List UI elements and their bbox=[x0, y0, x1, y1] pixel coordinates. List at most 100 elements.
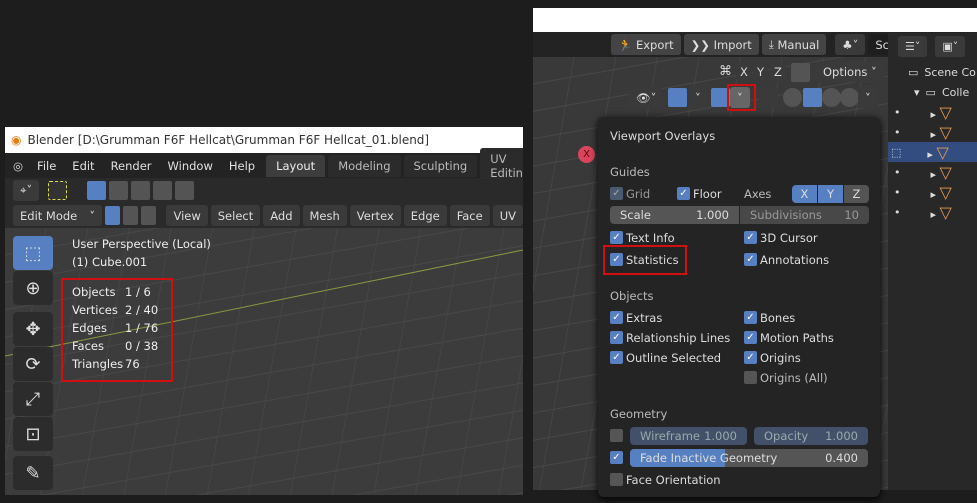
menu-add[interactable]: Add bbox=[263, 205, 300, 226]
stat-faces: Faces 0 / 38 bbox=[72, 339, 159, 353]
scene-selector-icon[interactable]: ♣˅ bbox=[835, 34, 866, 55]
scale-tool[interactable]: ⤢ bbox=[13, 382, 53, 416]
export-button[interactable]: 🏃 Export bbox=[611, 34, 681, 55]
outliner-object[interactable]: • ▸ ▽ bbox=[888, 202, 977, 222]
fade-inactive-slider[interactable]: Fade Inactive Geometry 0.400 bbox=[630, 449, 868, 467]
tab-modeling[interactable]: Modeling bbox=[328, 154, 401, 177]
mirror-y[interactable]: Y bbox=[753, 63, 769, 81]
visibility-dropdown[interactable]: 👁˅ bbox=[629, 87, 664, 108]
outliner-object[interactable]: • ▸ ▽ bbox=[888, 122, 977, 142]
text-info-checkbox[interactable]: ✓ bbox=[610, 231, 623, 244]
origins-all-label: Origins (All) bbox=[760, 371, 828, 385]
vertex-select-icon[interactable] bbox=[105, 206, 120, 225]
tab-layout[interactable]: Layout bbox=[266, 154, 326, 177]
outline-selected-checkbox[interactable]: ✓ bbox=[610, 351, 623, 364]
move-tool[interactable]: ✥ bbox=[13, 312, 53, 346]
grid-checkbox[interactable]: ✓ bbox=[610, 187, 623, 200]
mesh-icon: ▽ bbox=[939, 102, 952, 122]
menu-edge[interactable]: Edge bbox=[403, 205, 447, 226]
opacity-field[interactable]: Opacity 1.000 bbox=[754, 427, 868, 445]
menu-view[interactable]: View bbox=[166, 205, 208, 226]
edge-select-icon[interactable] bbox=[123, 206, 138, 225]
origins-all-checkbox[interactable] bbox=[744, 371, 757, 384]
mirror-z[interactable]: Z bbox=[770, 63, 786, 81]
mirror-icon[interactable]: ⌘ bbox=[719, 64, 732, 79]
annotations-checkbox[interactable]: ✓ bbox=[744, 253, 757, 266]
outliner-scene-collection[interactable]: ▭ Scene Co bbox=[888, 62, 977, 82]
menu-face[interactable]: Face bbox=[449, 205, 490, 226]
filter-dropdown[interactable]: ▣˅ bbox=[935, 35, 966, 57]
outliner-object[interactable]: • ▸ ▽ bbox=[888, 102, 977, 122]
tab-sculpting[interactable]: Sculpting bbox=[403, 154, 478, 177]
select-invert-icon[interactable] bbox=[153, 181, 173, 200]
select-box-tool[interactable]: ⬚ bbox=[13, 236, 53, 270]
face-orientation-checkbox[interactable] bbox=[610, 473, 623, 486]
motion-paths-checkbox[interactable]: ✓ bbox=[744, 331, 757, 344]
material-shading-icon[interactable] bbox=[822, 88, 841, 107]
wireframe-field[interactable]: Wireframe 1.000 bbox=[630, 427, 747, 445]
outline-selected-label: Outline Selected bbox=[626, 351, 722, 365]
outliner-header: ☰˅ ▣˅ bbox=[888, 35, 977, 57]
import-button[interactable]: ❯❯ Import bbox=[683, 34, 759, 55]
axis-x-toggle[interactable]: X bbox=[792, 185, 817, 203]
select-intersect-icon[interactable] bbox=[175, 181, 195, 200]
3d-viewport[interactable]: ⬚ ⊕ ✥ ⟳ ⤢ ⊡ ✎ User Perspective (Local) (… bbox=[5, 228, 523, 495]
x-axis-gizmo-icon[interactable]: X bbox=[578, 146, 595, 163]
menu-edit[interactable]: Edit bbox=[64, 159, 102, 173]
blender-menu-icon[interactable]: ◎ bbox=[13, 159, 23, 173]
menu-window[interactable]: Window bbox=[160, 159, 221, 173]
menu-uv[interactable]: UV bbox=[492, 205, 523, 226]
rendered-shading-icon[interactable] bbox=[840, 88, 859, 107]
face-select-icon[interactable] bbox=[140, 206, 156, 225]
gizmo-dropdown[interactable]: ˅ bbox=[688, 87, 708, 108]
bones-checkbox[interactable]: ✓ bbox=[744, 311, 757, 324]
popover-title: Viewport Overlays bbox=[610, 129, 716, 143]
menu-mesh[interactable]: Mesh bbox=[302, 205, 347, 226]
manual-button[interactable]: ⤓ Manual bbox=[761, 34, 827, 55]
menu-select[interactable]: Select bbox=[210, 205, 261, 226]
origins-checkbox[interactable]: ✓ bbox=[744, 351, 757, 364]
transform-tool[interactable]: ⊡ bbox=[13, 417, 53, 451]
cursor-tool[interactable]: ⊕ bbox=[13, 271, 53, 305]
select-extend-icon[interactable] bbox=[109, 181, 129, 200]
xray-toggle-icon[interactable] bbox=[759, 88, 778, 107]
viewport-header: Edit Mode ˅ View Select Add Mesh Vertex E… bbox=[5, 203, 523, 228]
mode-dropdown[interactable]: Edit Mode ˅ bbox=[13, 205, 103, 226]
snap-icon[interactable] bbox=[791, 63, 810, 82]
extras-checkbox[interactable]: ✓ bbox=[610, 311, 623, 324]
axis-z-toggle[interactable]: Z bbox=[844, 185, 869, 203]
relationship-lines-checkbox[interactable]: ✓ bbox=[610, 331, 623, 344]
transform-orientation-dropdown[interactable]: ⌖˅ bbox=[13, 180, 40, 201]
objects-heading: Objects bbox=[610, 289, 654, 303]
outliner-object-selected[interactable]: ⬚ ▸ ▽ bbox=[888, 142, 977, 162]
menu-render[interactable]: Render bbox=[103, 159, 160, 173]
axis-y-toggle[interactable]: Y bbox=[818, 185, 843, 203]
title-bar: ◉ Blender [D:\Grumman F6F Hellcat\Grumma… bbox=[5, 127, 523, 153]
select-tool-icon[interactable] bbox=[48, 181, 68, 200]
mirror-x[interactable]: X bbox=[736, 63, 752, 81]
annotate-tool[interactable]: ✎ bbox=[13, 456, 53, 490]
wireframe-checkbox[interactable] bbox=[610, 429, 623, 442]
extras-label: Extras bbox=[626, 311, 663, 325]
solid-shading-icon[interactable] bbox=[803, 88, 822, 107]
menu-help[interactable]: Help bbox=[221, 159, 263, 173]
display-mode-dropdown[interactable]: ☰˅ bbox=[898, 35, 928, 57]
3d-cursor-checkbox[interactable]: ✓ bbox=[744, 231, 757, 244]
select-subtract-icon[interactable] bbox=[131, 181, 151, 200]
stat-vertices: Vertices 2 / 40 bbox=[72, 303, 159, 317]
wireframe-shading-icon[interactable] bbox=[783, 88, 802, 107]
floor-checkbox[interactable]: ✓ bbox=[677, 187, 690, 200]
outliner-object[interactable]: • ▸ ▽ bbox=[888, 182, 977, 202]
menu-file[interactable]: File bbox=[29, 159, 64, 173]
scale-field[interactable]: Scale 1.000 bbox=[610, 206, 739, 224]
rotate-tool[interactable]: ⟳ bbox=[13, 347, 53, 381]
fade-inactive-checkbox[interactable]: ✓ bbox=[610, 451, 623, 464]
options-dropdown[interactable]: Options ˅ bbox=[816, 62, 884, 82]
outliner-collection[interactable]: ▾ ▭ Colle bbox=[888, 82, 977, 102]
subdivisions-field[interactable]: Subdivisions 10 bbox=[740, 206, 869, 224]
gizmo-toggle-icon[interactable] bbox=[668, 88, 687, 107]
select-new-icon[interactable] bbox=[87, 181, 107, 200]
menu-vertex[interactable]: Vertex bbox=[349, 205, 401, 226]
shading-dropdown[interactable]: ˅ bbox=[858, 87, 878, 108]
outliner-object[interactable]: • ▸ ▽ bbox=[888, 162, 977, 182]
